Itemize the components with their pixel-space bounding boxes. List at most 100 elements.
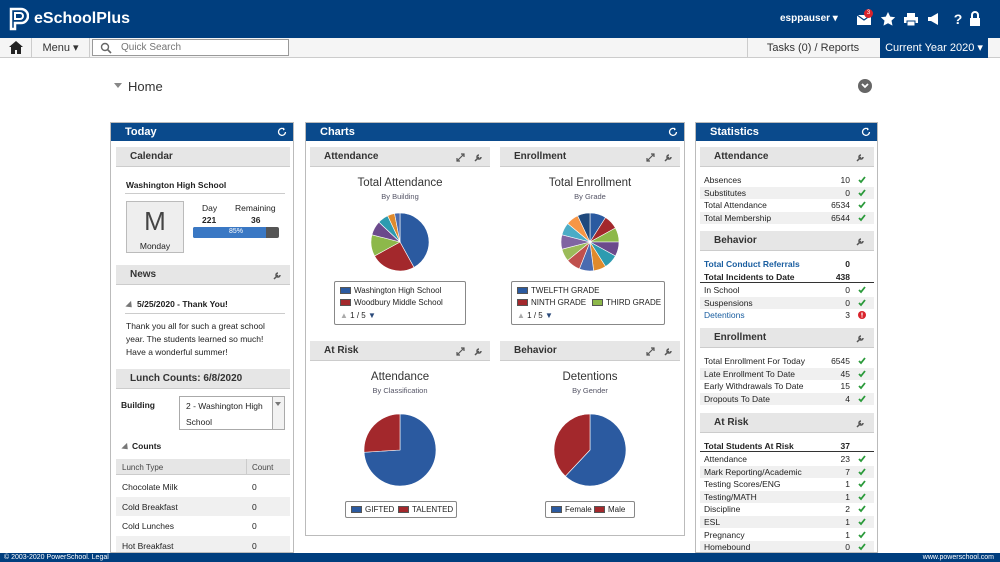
stat-label: Mark Reporting/Academic <box>704 466 802 478</box>
stat-value: 1 <box>845 491 850 503</box>
expand-icon[interactable] <box>456 347 465 356</box>
stat-label: Total Membership <box>704 212 771 224</box>
expand-icon[interactable] <box>646 153 655 162</box>
conduct-referrals-row[interactable]: Total Conduct Referrals0 <box>700 258 874 270</box>
legend-item[interactable]: TWELFTH GRADE <box>531 286 599 295</box>
stat-row[interactable]: Testing/MATH1 <box>700 491 874 503</box>
pager-prev-icon[interactable]: ▲ <box>517 311 525 320</box>
app-title: eSchoolPlus <box>34 10 130 28</box>
pager-next-icon[interactable]: ▼ <box>545 311 553 320</box>
legend-item[interactable]: Female <box>565 505 592 514</box>
stat-row[interactable]: Discipline2 <box>700 503 874 515</box>
legend-swatch <box>517 287 528 294</box>
user-menu[interactable]: esppauser ▾ <box>780 13 838 24</box>
wrench-icon[interactable] <box>474 347 483 356</box>
stat-behavior-header[interactable]: Behavior <box>700 231 874 251</box>
powerschool-logo-icon[interactable] <box>9 7 29 31</box>
stat-row[interactable]: Attendance23 <box>700 453 874 465</box>
lunch-type: Hot Breakfast <box>122 541 174 551</box>
print-icon[interactable] <box>903 11 919 27</box>
stat-row[interactable]: Testing Scores/ENG1 <box>700 478 874 490</box>
stat-row[interactable]: Substitutes0 <box>700 187 874 199</box>
legend-item[interactable]: Male <box>608 505 625 514</box>
collapse-all-button[interactable] <box>858 79 872 93</box>
copyright[interactable]: © 2003-2020 PowerSchool. Legal <box>4 553 109 562</box>
alert-icon <box>858 311 866 319</box>
stat-row[interactable]: ESL1 <box>700 516 874 528</box>
wrench-icon[interactable] <box>856 334 865 343</box>
pager-prev-icon[interactable]: ▲ <box>340 311 348 320</box>
tasks-reports-button[interactable]: Tasks (0) / Reports <box>747 38 878 58</box>
wrench-icon[interactable] <box>273 271 282 280</box>
legend-item[interactable]: GIFTED <box>365 505 394 514</box>
help-icon[interactable]: ? <box>950 11 966 27</box>
statistics-title: Statistics <box>710 126 759 138</box>
building-select[interactable]: 2 - Washington High School <box>179 396 285 430</box>
atrisk-pie-chart[interactable] <box>363 413 437 487</box>
stat-enrollment-header[interactable]: Enrollment <box>700 328 874 348</box>
today-panel-header: Today <box>111 123 293 141</box>
home-button[interactable] <box>0 38 32 58</box>
wrench-icon[interactable] <box>856 153 865 162</box>
wrench-icon[interactable] <box>664 347 673 356</box>
legend-item[interactable]: Woodbury Middle School <box>354 298 443 307</box>
attendance-pie-chart[interactable] <box>370 212 430 272</box>
table-row: Hot Breakfast0 <box>116 536 290 554</box>
refresh-icon[interactable] <box>861 127 871 137</box>
quick-search-input[interactable] <box>92 39 289 56</box>
stat-row[interactable]: In School0 <box>700 284 874 296</box>
expand-icon[interactable] <box>456 153 465 162</box>
news-triangle-icon[interactable] <box>125 301 134 310</box>
check-icon <box>858 505 866 513</box>
collapse-triangle-icon[interactable] <box>114 83 122 88</box>
pager-next-icon[interactable]: ▼ <box>368 311 376 320</box>
stat-row[interactable]: Late Enrollment To Date45 <box>700 368 874 380</box>
stat-value: 0 <box>845 541 850 553</box>
news-header[interactable]: News <box>116 265 290 285</box>
wrench-icon[interactable] <box>856 237 865 246</box>
legend-swatch <box>340 287 351 294</box>
stat-row[interactable]: Suspensions0 <box>700 297 874 309</box>
wrench-icon[interactable] <box>474 153 483 162</box>
legend-item[interactable]: Washington High School <box>354 286 441 295</box>
enrollment-pie-chart[interactable] <box>560 212 620 272</box>
calendar-header[interactable]: Calendar <box>116 147 290 167</box>
refresh-icon[interactable] <box>277 127 287 137</box>
stat-row[interactable]: Total Membership6544 <box>700 212 874 224</box>
stat-attendance-header[interactable]: Attendance <box>700 147 874 167</box>
pie-slice[interactable] <box>364 414 400 452</box>
megaphone-icon[interactable] <box>926 11 942 27</box>
legend-item[interactable]: THIRD GRADE <box>606 298 661 307</box>
legend-swatch <box>351 506 362 513</box>
stat-row[interactable]: Total Enrollment For Today6545 <box>700 355 874 367</box>
lock-icon[interactable] <box>967 11 983 27</box>
lunch-header[interactable]: Lunch Counts: 6/8/2020 <box>116 369 290 389</box>
check-icon <box>858 299 866 307</box>
star-icon[interactable] <box>880 11 896 27</box>
expand-icon[interactable] <box>646 347 655 356</box>
stat-row[interactable]: Absences10 <box>700 174 874 186</box>
wrench-icon[interactable] <box>664 153 673 162</box>
refresh-icon[interactable] <box>668 127 678 137</box>
menu-button[interactable]: Menu ▾ <box>32 38 90 58</box>
lunch-type: Cold Breakfast <box>122 502 178 512</box>
legend-item[interactable]: TALENTED <box>412 505 453 514</box>
stat-row[interactable]: Mark Reporting/Academic7 <box>700 466 874 478</box>
legend-item[interactable]: NINTH GRADE <box>531 298 586 307</box>
stat-row[interactable]: Dropouts To Date4 <box>700 393 874 405</box>
stat-row[interactable]: Detentions3 <box>700 309 874 321</box>
stat-label: Suspensions <box>704 297 753 309</box>
site-link[interactable]: www.powerschool.com <box>923 553 994 562</box>
stat-row[interactable]: Early Withdrawals To Date15 <box>700 380 874 392</box>
stat-row[interactable]: Homebound0 <box>700 541 874 553</box>
enrollment-legend: TWELFTH GRADE NINTH GRADE THIRD GRADE ▲ … <box>511 281 665 325</box>
stat-row[interactable]: Total Attendance6534 <box>700 199 874 211</box>
wrench-icon[interactable] <box>856 419 865 428</box>
check-icon <box>858 286 866 294</box>
year-selector[interactable]: Current Year 2020 ▾ <box>880 38 988 58</box>
stat-row[interactable]: Pregnancy1 <box>700 529 874 541</box>
stat-atrisk-header[interactable]: At Risk <box>700 413 874 433</box>
counts-triangle-icon[interactable] <box>121 443 130 452</box>
stat-label: Dropouts To Date <box>704 393 770 405</box>
behavior-pie-chart[interactable] <box>553 413 627 487</box>
